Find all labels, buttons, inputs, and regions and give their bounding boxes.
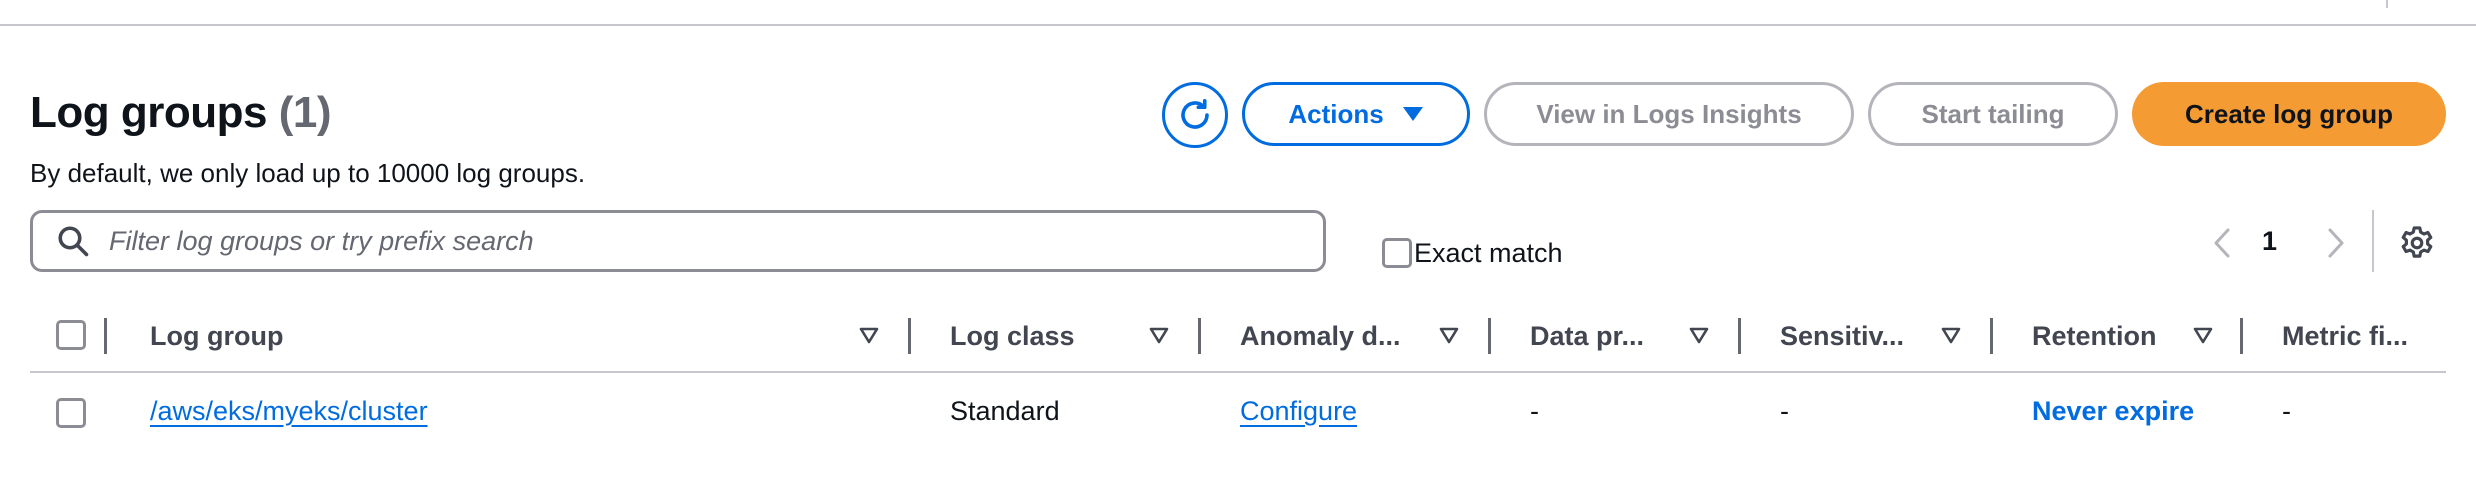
table-preferences-button[interactable] — [2398, 224, 2436, 262]
current-page-number[interactable]: 1 — [2262, 226, 2277, 257]
actions-dropdown-button[interactable]: Actions — [1242, 82, 1470, 146]
column-header-sensitive-data[interactable]: Sensitiv... — [1780, 318, 1904, 354]
log-group-count: (1) — [278, 88, 332, 137]
previous-page-button[interactable] — [2208, 226, 2238, 260]
top-divider — [0, 24, 2476, 26]
row-select-checkbox[interactable] — [56, 398, 86, 428]
pagination-divider — [2372, 210, 2374, 272]
column-divider — [104, 318, 107, 354]
column-divider[interactable] — [1198, 318, 1201, 354]
caret-down-icon — [1402, 107, 1423, 121]
gear-icon — [2401, 226, 2433, 258]
column-header-metric-filters[interactable]: Metric fi... — [2282, 318, 2408, 354]
refresh-button[interactable] — [1162, 82, 1228, 148]
filter-search-box[interactable] — [30, 210, 1326, 272]
log-group-link[interactable]: /aws/eks/myeks/cluster — [150, 396, 428, 426]
exact-match-label: Exact match — [1414, 238, 1563, 268]
anomaly-detection-cell: Configure — [1240, 396, 1357, 427]
chevron-right-icon — [2328, 228, 2344, 258]
refresh-icon — [1181, 98, 1209, 129]
top-divider-tick — [2386, 0, 2388, 8]
column-divider[interactable] — [2240, 318, 2243, 354]
actions-label: Actions — [1288, 98, 1384, 129]
chevron-left-icon — [2214, 228, 2230, 258]
configure-anomaly-link[interactable]: Configure — [1240, 396, 1357, 426]
column-divider[interactable] — [1488, 318, 1491, 354]
column-header-anomaly-detection[interactable]: Anomaly d... — [1240, 318, 1401, 354]
sort-caret-icon[interactable] — [1148, 324, 1170, 346]
data-protection-cell: - — [1530, 396, 1539, 426]
column-header-retention[interactable]: Retention — [2032, 318, 2157, 354]
page-title-text: Log groups — [30, 88, 267, 137]
column-divider[interactable] — [1738, 318, 1741, 354]
sort-caret-icon[interactable] — [858, 324, 880, 346]
sort-caret-icon[interactable] — [1688, 324, 1710, 346]
column-divider[interactable] — [908, 318, 911, 354]
exact-match-checkbox[interactable] — [1382, 238, 1412, 268]
start-tailing-button[interactable]: Start tailing — [1868, 82, 2118, 146]
table-row: /aws/eks/myeks/cluster — [150, 396, 428, 427]
sort-caret-icon[interactable] — [1940, 324, 1962, 346]
select-all-checkbox[interactable] — [56, 320, 86, 350]
search-icon — [55, 223, 91, 259]
retention-cell: Never expire — [2032, 396, 2194, 427]
filter-search-input[interactable] — [107, 224, 1323, 258]
column-header-log-class[interactable]: Log class — [950, 318, 1075, 354]
create-log-group-button[interactable]: Create log group — [2132, 82, 2446, 146]
sort-caret-icon[interactable] — [1438, 324, 1460, 346]
page-description: By default, we only load up to 10000 log… — [30, 158, 586, 188]
table-header-divider — [30, 371, 2446, 373]
sensitive-data-cell: - — [1780, 396, 1789, 426]
view-in-logs-insights-button[interactable]: View in Logs Insights — [1484, 82, 1854, 146]
next-page-button[interactable] — [2320, 226, 2350, 260]
sort-caret-icon[interactable] — [2192, 324, 2214, 346]
column-header-log-group[interactable]: Log group — [150, 318, 283, 354]
page-title: Log groups (1) — [30, 88, 331, 138]
retention-link[interactable]: Never expire — [2032, 396, 2194, 426]
log-class-cell: Standard — [950, 396, 1060, 426]
column-header-data-protection[interactable]: Data pr... — [1530, 318, 1644, 354]
metric-filters-cell: - — [2282, 396, 2291, 426]
column-divider[interactable] — [1990, 318, 1993, 354]
